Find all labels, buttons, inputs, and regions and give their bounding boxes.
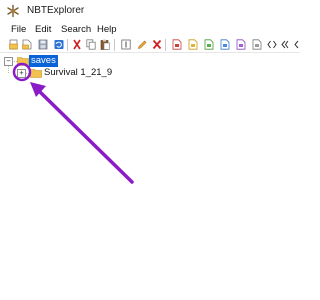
folder-icon (17, 57, 29, 66)
add-float-tag-icon[interactable] (236, 39, 246, 50)
edit-icon[interactable] (137, 39, 147, 50)
add-short-tag-icon[interactable] (188, 39, 198, 50)
cut-icon[interactable] (72, 39, 82, 50)
menu-help[interactable]: Help (96, 23, 118, 37)
menu-bar: File Edit Search Help (0, 22, 300, 38)
save-icon[interactable] (38, 39, 48, 50)
add-compound-tag-icon[interactable] (281, 39, 291, 50)
tree-node-survival-1-21-9[interactable]: Survival 1_21_9 (44, 67, 112, 79)
find-icon[interactable] (294, 39, 300, 50)
add-byte-tag-icon[interactable] (172, 39, 182, 50)
nbtexplorer-window: NBTExplorer File Edit Search Help − save… (0, 0, 300, 300)
title-bar: NBTExplorer (0, 0, 300, 22)
nbt-tree-view[interactable]: − saves + Survival 1_21_9 (0, 52, 300, 300)
tree-expander-survival[interactable]: + (17, 69, 26, 78)
paste-icon[interactable] (100, 39, 110, 50)
delete-icon[interactable] (152, 39, 162, 50)
menu-file[interactable]: File (10, 23, 27, 37)
menu-edit[interactable]: Edit (34, 23, 52, 37)
add-double-tag-icon[interactable] (252, 39, 262, 50)
folder-icon (30, 69, 42, 78)
tree-expander-saves[interactable]: − (4, 57, 13, 66)
tree-node-saves[interactable]: saves (29, 55, 58, 67)
toolbar-separator (114, 39, 115, 51)
open-file-icon[interactable] (22, 39, 32, 50)
toolbar-separator (67, 39, 68, 51)
add-list-tag-icon[interactable] (267, 39, 277, 50)
toolbar-separator (165, 39, 166, 51)
tree-connector-lines (8, 61, 31, 74)
add-long-tag-icon[interactable] (220, 39, 230, 50)
copy-icon[interactable] (86, 39, 96, 50)
refresh-icon[interactable] (54, 39, 64, 50)
open-folder-icon[interactable] (9, 39, 19, 50)
nbtexplorer-logo-icon (7, 4, 19, 18)
window-title: NBTExplorer (27, 5, 85, 16)
menu-search[interactable]: Search (60, 23, 92, 37)
rename-icon[interactable] (121, 39, 131, 50)
add-int-tag-icon[interactable] (204, 39, 214, 50)
toolbar (0, 38, 300, 52)
